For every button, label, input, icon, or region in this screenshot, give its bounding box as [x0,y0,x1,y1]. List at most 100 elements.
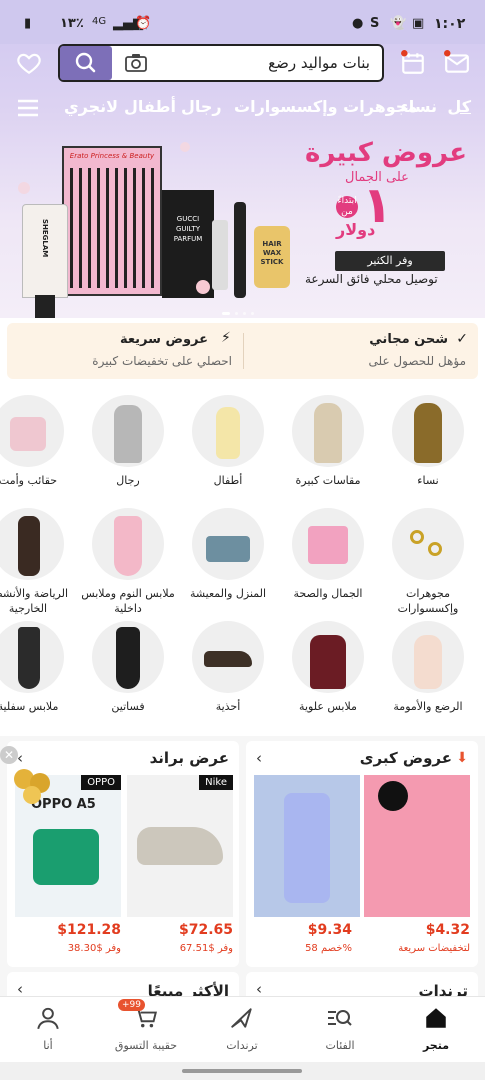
save-more-button[interactable]: وفر الكثير [335,251,445,271]
nav-store[interactable]: متجر [396,1005,476,1052]
product-nike-shoes-image[interactable]: Nike [127,775,233,917]
brand-deals-title: عرض براند [149,749,229,767]
category-dresses[interactable]: فساتين [78,621,178,714]
product-pink-tshirt-image[interactable] [364,775,470,917]
tab-kids[interactable]: أطفال [124,97,176,116]
bag-icon [0,395,64,467]
flash-deals-subtitle: احصلي على تخفيضات كبيرة [92,354,232,368]
woman-dress-icon [392,395,464,467]
menu-icon[interactable] [16,96,40,124]
banner-currency: دولار [336,220,376,239]
sport-icon [0,508,64,580]
calendar-icon[interactable] [400,50,426,80]
baby-icon [392,621,464,693]
category-tops[interactable]: ملابس علوية [278,621,378,714]
category-jewelry[interactable]: مجوهرات وإكسسوارات [378,508,478,616]
big-deals-title: عروض كبرى [359,749,452,767]
banner-pagination [222,300,262,315]
chevron-left-icon[interactable]: ‹ [256,749,262,767]
trends-icon [231,1008,252,1028]
lipstick-image [212,220,228,290]
close-icon[interactable]: ✕ [0,746,18,764]
brand-tag: OPPO [81,775,121,790]
clock: ١:٠٢ [434,16,466,32]
battery-level: ١٣٪ [60,16,84,31]
dress-icon [92,621,164,693]
tab-jewelry[interactable]: مجوهرات وإكسسوارات [234,97,417,116]
home-icon [192,508,264,580]
status-bar: ١٣٪ ▮ 4G ▂▄▆ ⏰ ● S 👻 ▣ ١:٠٢ [0,0,485,44]
nav-trends[interactable]: ترندات [202,1005,282,1052]
category-women[interactable]: نساء [378,395,478,488]
balloons-icon[interactable] [10,765,56,811]
category-shoes[interactable]: أحذية [178,621,278,714]
nav-profile[interactable]: أنا [8,1005,88,1052]
sleepwear-icon [92,508,164,580]
category-home[interactable]: المنزل والمعيشة [178,508,278,601]
benefits-strip: ✓ شحن مجاني مؤهل للحصول على ⚡ عروض سريعة… [7,323,478,379]
price: $72.65 [178,922,233,938]
kid-dress-icon [192,395,264,467]
price: $4.32 [425,922,470,938]
lashes-box-image: Erato Princess & Beauty [62,146,162,296]
messages-icon[interactable] [443,50,471,80]
price-note: وفر $67.51 [179,943,233,954]
bottoms-icon [0,621,64,693]
brand-tag: Nike [199,775,233,790]
profile-icon [37,1007,59,1030]
free-shipping-subtitle: مؤهل للحصول على [368,354,466,368]
notification-dot-icon: ● [352,16,364,31]
delivery-note: توصيل محلي فائق السرعة [305,272,438,286]
tab-men[interactable]: رجال [181,97,222,116]
mascara-image [234,202,246,298]
divider [243,333,244,369]
category-sleepwear[interactable]: ملابس النوم وملابس داخلية [78,508,178,616]
gesture-bar [0,1062,485,1080]
free-shipping-title: شحن مجاني [369,332,448,347]
search-input[interactable]: بنات مواليد رضع [268,54,370,72]
price-note: خصم 58% [305,943,352,954]
flash-deals-title: عروض سريعة [119,332,208,347]
price: $9.34 [307,922,352,938]
hair-wax-image: HAIR WAX STICK [254,226,290,288]
beauty-icon [292,508,364,580]
price: $121.28 [57,922,121,938]
price-prefix: ابتداءً من [336,196,358,218]
category-sports[interactable]: الرياضة والأنشطة الخارجية [0,508,78,616]
snapchat-icon: 👻 [390,16,407,31]
check-icon: ✓ [456,331,468,347]
tab-all[interactable]: كل [447,97,471,116]
network-type: 4G [92,16,107,27]
flower-icon [180,142,190,152]
category-beauty[interactable]: الجمال والصحة [278,508,378,601]
flower-icon [196,280,210,294]
tab-lingerie[interactable]: لانجري [64,97,118,116]
lightning-icon: ⚡ [221,330,231,346]
arrow-down-icon: ⬇ [456,750,468,766]
big-deals-card[interactable]: ⬇ عروض كبرى ‹ $4.32 لتخفيضات سريعة $9.34… [246,741,478,967]
lashes-brand: Erato Princess & Beauty [69,152,155,160]
banner-title: عروض كبيرة [305,138,467,168]
camera-icon[interactable] [124,53,148,77]
category-bottoms[interactable]: ملابس سفلية [0,621,78,714]
category-men[interactable]: رجال [78,395,178,488]
store-icon [426,1008,446,1028]
category-kids[interactable]: أطفال [178,395,278,488]
category-baby[interactable]: الرضع والأمومة [378,621,478,714]
alarm-icon: ⏰ [135,16,152,31]
product-kids-set-image[interactable] [254,775,360,917]
man-icon [92,395,164,467]
bottom-navigation: متجر الفئات ترندات +99 حقيبة التسوق أنا [0,996,485,1062]
search-bar[interactable]: بنات مواليد رضع [58,44,384,82]
wishlist-icon[interactable] [16,50,42,76]
skype-icon: S [370,16,380,31]
flower-icon [18,182,30,194]
plus-size-icon [292,395,364,467]
category-grid: نساء مقاسات كبيرة أطفال رجال حقائب وأمت … [0,380,485,736]
category-bags[interactable]: حقائب وأمت [0,395,78,488]
nav-cart[interactable]: +99 حقيبة التسوق [106,999,186,1052]
nav-categories[interactable]: الفئات [300,1005,380,1052]
home-indicator[interactable] [182,1069,302,1073]
category-plus-size[interactable]: مقاسات كبيرة [278,395,378,488]
search-button[interactable] [60,46,112,80]
